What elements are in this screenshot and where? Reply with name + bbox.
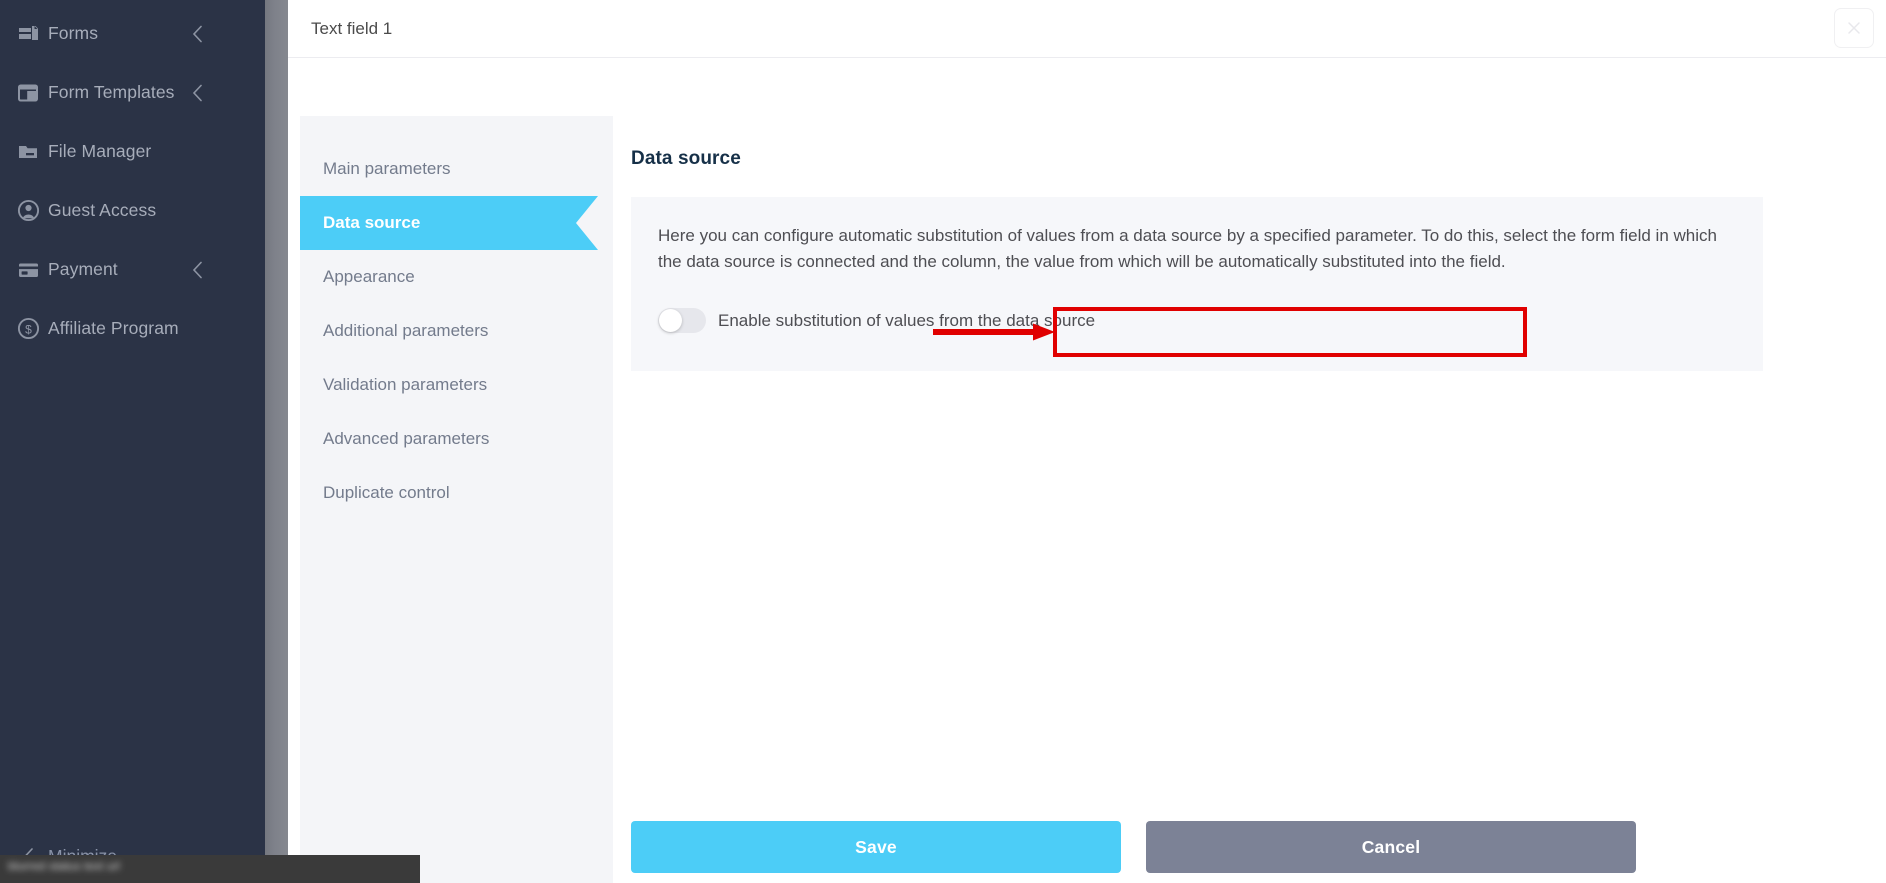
- file-manager-icon: [8, 141, 48, 163]
- field-settings-modal: Text field 1 Main parameters Data source: [288, 0, 1886, 883]
- close-icon: [1846, 20, 1862, 36]
- section-title: Data source: [631, 148, 741, 169]
- tab-data-source[interactable]: Data source: [300, 196, 598, 250]
- active-tab-notch: [576, 196, 598, 250]
- save-button[interactable]: Save: [631, 821, 1121, 873]
- scrollbar-thumb[interactable]: [265, 0, 288, 883]
- sidebar-item-label: Guest Access: [48, 200, 157, 220]
- tab-label: Duplicate control: [323, 483, 450, 502]
- screen: Forms Form Templates File Manager Guest …: [0, 0, 1886, 883]
- toggle-label: Enable substitution of values from the d…: [718, 310, 1096, 330]
- tab-label: Advanced parameters: [323, 429, 490, 448]
- guest-access-icon: [8, 199, 48, 222]
- tab-label: Data source: [323, 213, 421, 232]
- page-scrollbar[interactable]: [265, 0, 288, 883]
- enable-substitution-toggle[interactable]: Enable substitution of values from the d…: [658, 301, 1095, 341]
- tab-duplicate-control[interactable]: Duplicate control: [300, 466, 613, 520]
- tab-label: Additional parameters: [323, 321, 489, 340]
- modal-header: Text field 1: [288, 0, 1886, 58]
- tab-main-parameters[interactable]: Main parameters: [300, 142, 613, 196]
- sidebar-item-label: Forms: [48, 23, 99, 43]
- info-card: Here you can configure automatic substit…: [631, 197, 1763, 371]
- browser-status-bar: blurred status text url: [0, 855, 420, 883]
- content-area: Data source Here you can configure autom…: [631, 116, 1831, 371]
- sidebar-item-form-templates[interactable]: Form Templates: [0, 63, 265, 122]
- tab-label: Validation parameters: [323, 375, 488, 394]
- svg-text:$: $: [25, 322, 32, 336]
- sidebar-item-label: Form Templates: [48, 82, 175, 102]
- payment-card-icon: [8, 259, 48, 281]
- chevron-left-icon[interactable]: [192, 25, 203, 42]
- main-sidebar: Forms Form Templates File Manager Guest …: [0, 0, 265, 883]
- form-templates-icon: [8, 82, 48, 104]
- affiliate-dollar-icon: $: [8, 317, 48, 340]
- sidebar-item-payment[interactable]: Payment: [0, 240, 265, 299]
- tab-additional-parameters[interactable]: Additional parameters: [300, 304, 613, 358]
- sidebar-item-file-manager[interactable]: File Manager: [0, 122, 265, 181]
- modal-footer: Save Cancel: [631, 821, 1791, 873]
- tab-label: Main parameters: [323, 159, 451, 178]
- chevron-left-icon[interactable]: [192, 261, 203, 278]
- sidebar-item-forms[interactable]: Forms: [0, 4, 265, 63]
- tab-validation-parameters[interactable]: Validation parameters: [300, 358, 613, 412]
- sidebar-item-guest-access[interactable]: Guest Access: [0, 181, 265, 240]
- tab-advanced-parameters[interactable]: Advanced parameters: [300, 412, 613, 466]
- forms-icon: [8, 23, 48, 45]
- status-bar-text: blurred status text url: [8, 859, 121, 873]
- sidebar-item-label: Affiliate Program: [48, 318, 179, 338]
- toggle-switch[interactable]: [658, 308, 706, 334]
- chevron-left-icon[interactable]: [192, 84, 203, 101]
- parameter-nav: Main parameters Data source Appearance A…: [300, 116, 613, 883]
- toggle-knob: [659, 309, 682, 333]
- cancel-button[interactable]: Cancel: [1146, 821, 1636, 873]
- sidebar-nav-list: Forms Form Templates File Manager Guest …: [0, 0, 265, 358]
- sidebar-item-label: Payment: [48, 259, 118, 279]
- page-title: Text field 1: [311, 18, 393, 38]
- modal-body: Main parameters Data source Appearance A…: [288, 58, 1886, 883]
- tab-label: Appearance: [323, 267, 415, 286]
- info-description: Here you can configure automatic substit…: [658, 226, 1717, 271]
- tab-appearance[interactable]: Appearance: [300, 250, 613, 304]
- sidebar-item-label: File Manager: [48, 141, 152, 161]
- close-button[interactable]: [1834, 8, 1874, 48]
- sidebar-item-affiliate-program[interactable]: $ Affiliate Program: [0, 299, 265, 358]
